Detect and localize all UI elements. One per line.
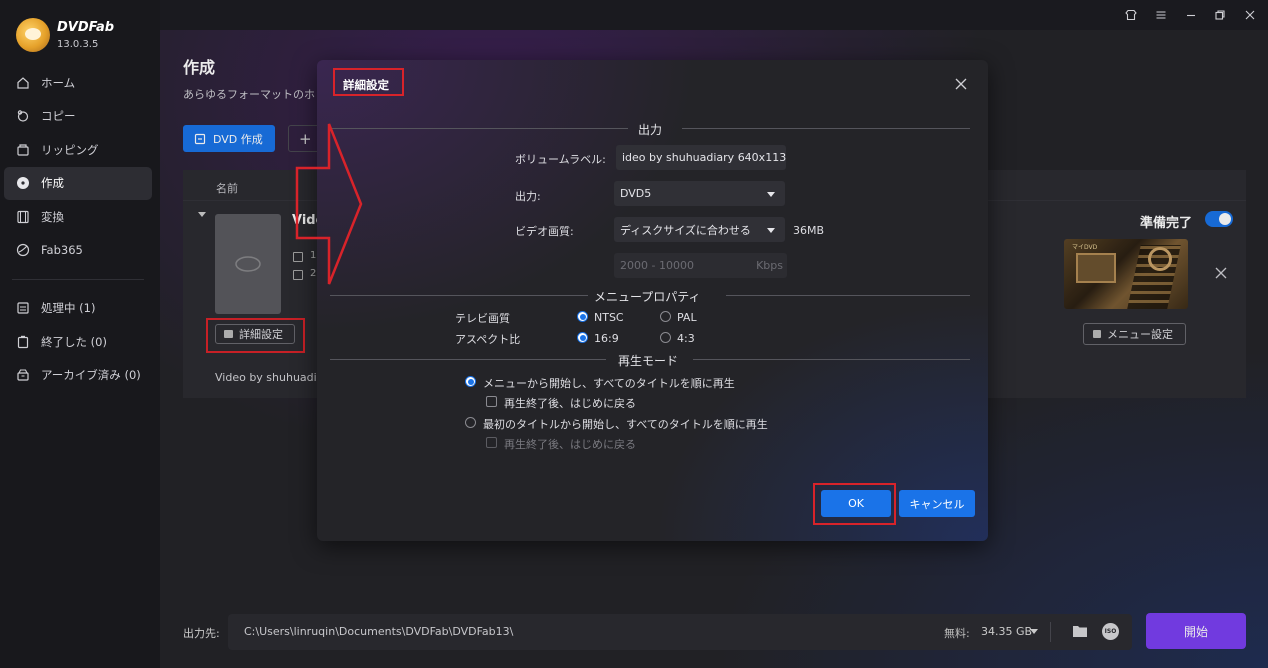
sidebar-divider — [12, 278, 144, 280]
aspect-4-3-label: 4:3 — [677, 332, 695, 345]
sidebar-item-label: ホーム — [41, 75, 76, 90]
app-name: DVDFab — [57, 20, 115, 35]
menu-icon[interactable] — [1152, 6, 1170, 24]
aspect-16-9-radio[interactable] — [577, 332, 588, 343]
sidebar-item-label: アーカイブ済み (0) — [41, 368, 141, 382]
section-menu-title: メニュープロパティ — [594, 290, 701, 304]
annotation-arrow-icon — [295, 123, 363, 285]
video-quality-label: ビデオ画質: — [515, 225, 574, 238]
sidebar-item-label: 変換 — [41, 209, 64, 224]
volume-label-input[interactable]: ideo by shuhuadiary 640x1137(2) — [616, 145, 786, 170]
video-quality-select[interactable]: ディスクサイズに合わせる — [614, 217, 785, 242]
loop-to-start-checkbox-disabled — [486, 437, 497, 448]
sidebar: DVDFab 13.0.3.5 ホーム コピー リッピング 作成 変換 Fab3… — [0, 0, 160, 668]
sidebar-item-label: リッピング — [41, 142, 99, 157]
play-from-first-title-radio[interactable] — [465, 417, 476, 428]
tv-pal-radio[interactable] — [660, 311, 671, 322]
output-format-select[interactable]: DVD5 — [614, 181, 785, 206]
finished-icon — [16, 335, 30, 349]
sidebar-item-label: コピー — [41, 109, 76, 123]
home-icon — [16, 76, 30, 90]
annotation-highlight-ok-button — [813, 483, 896, 525]
minimize-icon[interactable] — [1182, 6, 1200, 24]
loop-to-start-label-disabled: 再生終了後、はじめに戻る — [504, 438, 636, 451]
play-from-first-title-label: 最初のタイトルから開始し、すべてのタイトルを順に再生 — [483, 418, 768, 431]
aspect-ratio-label: アスペクト比 — [455, 333, 521, 346]
sidebar-item-label: 処理中 (1) — [41, 301, 96, 315]
sidebar-item-processing[interactable]: 処理中 (1) — [4, 292, 152, 325]
volume-label-label: ボリュームラベル: — [515, 153, 606, 166]
sidebar-item-label: 作成 — [41, 176, 64, 190]
tv-pal-label: PAL — [677, 311, 697, 324]
loop-to-start-checkbox[interactable] — [486, 396, 497, 407]
title-bar — [160, 0, 1268, 30]
video-quality-size: 36MB — [793, 224, 825, 237]
sidebar-item-creator[interactable]: 作成 — [4, 166, 152, 200]
sidebar-item-copy[interactable]: コピー — [4, 100, 152, 133]
section-output-title: 出力 — [638, 123, 663, 137]
advanced-settings-dialog: 詳細設定 出力 ボリュームラベル: ideo by shuhuadiary 64… — [317, 60, 988, 541]
play-from-menu-radio[interactable] — [465, 376, 476, 387]
output-format-label: 出力: — [515, 190, 541, 203]
close-window-icon[interactable] — [1241, 6, 1259, 24]
output-format-value: DVD5 — [620, 187, 652, 200]
volume-label-value: ideo by shuhuadiary 640x1137(2) — [622, 151, 786, 164]
sidebar-item-finished[interactable]: 終了した (0) — [4, 325, 152, 358]
dvdfab-logo — [16, 18, 50, 52]
video-quality-value: ディスクサイズに合わせる — [620, 223, 751, 237]
sidebar-item-fab365[interactable]: Fab365 — [4, 234, 152, 267]
sidebar-item-home[interactable]: ホーム — [4, 66, 152, 99]
aspect-16-9-label: 16:9 — [594, 332, 619, 345]
app-window: DVDFab 13.0.3.5 ホーム コピー リッピング 作成 変換 Fab3… — [0, 0, 1268, 668]
bitrate-unit: Kbps — [756, 259, 783, 272]
sidebar-nav: ホーム コピー リッピング 作成 変換 Fab365 処理中 (1) 終了した … — [4, 66, 152, 392]
close-icon[interactable] — [954, 77, 968, 91]
shirt-skin-icon[interactable] — [1122, 6, 1140, 24]
tv-standard-label: テレビ画質 — [455, 312, 510, 325]
copy-icon — [16, 109, 30, 123]
aspect-4-3-radio[interactable] — [660, 332, 671, 343]
brand: DVDFab 13.0.3.5 — [16, 18, 114, 52]
chevron-down-icon — [767, 192, 775, 197]
annotation-highlight-title — [333, 68, 404, 96]
app-version: 13.0.3.5 — [57, 39, 99, 50]
section-playback-title: 再生モード — [618, 354, 679, 368]
loop-to-start-label: 再生終了後、はじめに戻る — [504, 397, 636, 410]
sidebar-item-label: 終了した (0) — [41, 334, 107, 349]
sidebar-item-converter[interactable]: 変換 — [4, 200, 152, 233]
sidebar-item-ripper[interactable]: リッピング — [4, 133, 152, 166]
sidebar-item-archived[interactable]: アーカイブ済み (0) — [4, 359, 152, 392]
ripper-icon — [16, 143, 30, 157]
archive-icon — [16, 368, 30, 382]
play-from-menu-label: メニューから開始し、すべてのタイトルを順に再生 — [483, 377, 735, 390]
fab365-icon — [16, 243, 30, 257]
restore-icon[interactable] — [1211, 6, 1229, 24]
sidebar-item-label: Fab365 — [41, 243, 83, 257]
cancel-button[interactable]: キャンセル — [899, 490, 975, 517]
bitrate-input: 2000 - 10000 Kbps — [614, 253, 787, 278]
creator-disc-icon — [16, 176, 30, 190]
tv-ntsc-label: NTSC — [594, 311, 624, 324]
processing-icon — [16, 301, 30, 315]
bitrate-placeholder: 2000 - 10000 — [620, 259, 694, 272]
tv-ntsc-radio[interactable] — [577, 311, 588, 322]
chevron-down-icon — [767, 228, 775, 233]
converter-icon — [16, 210, 30, 224]
